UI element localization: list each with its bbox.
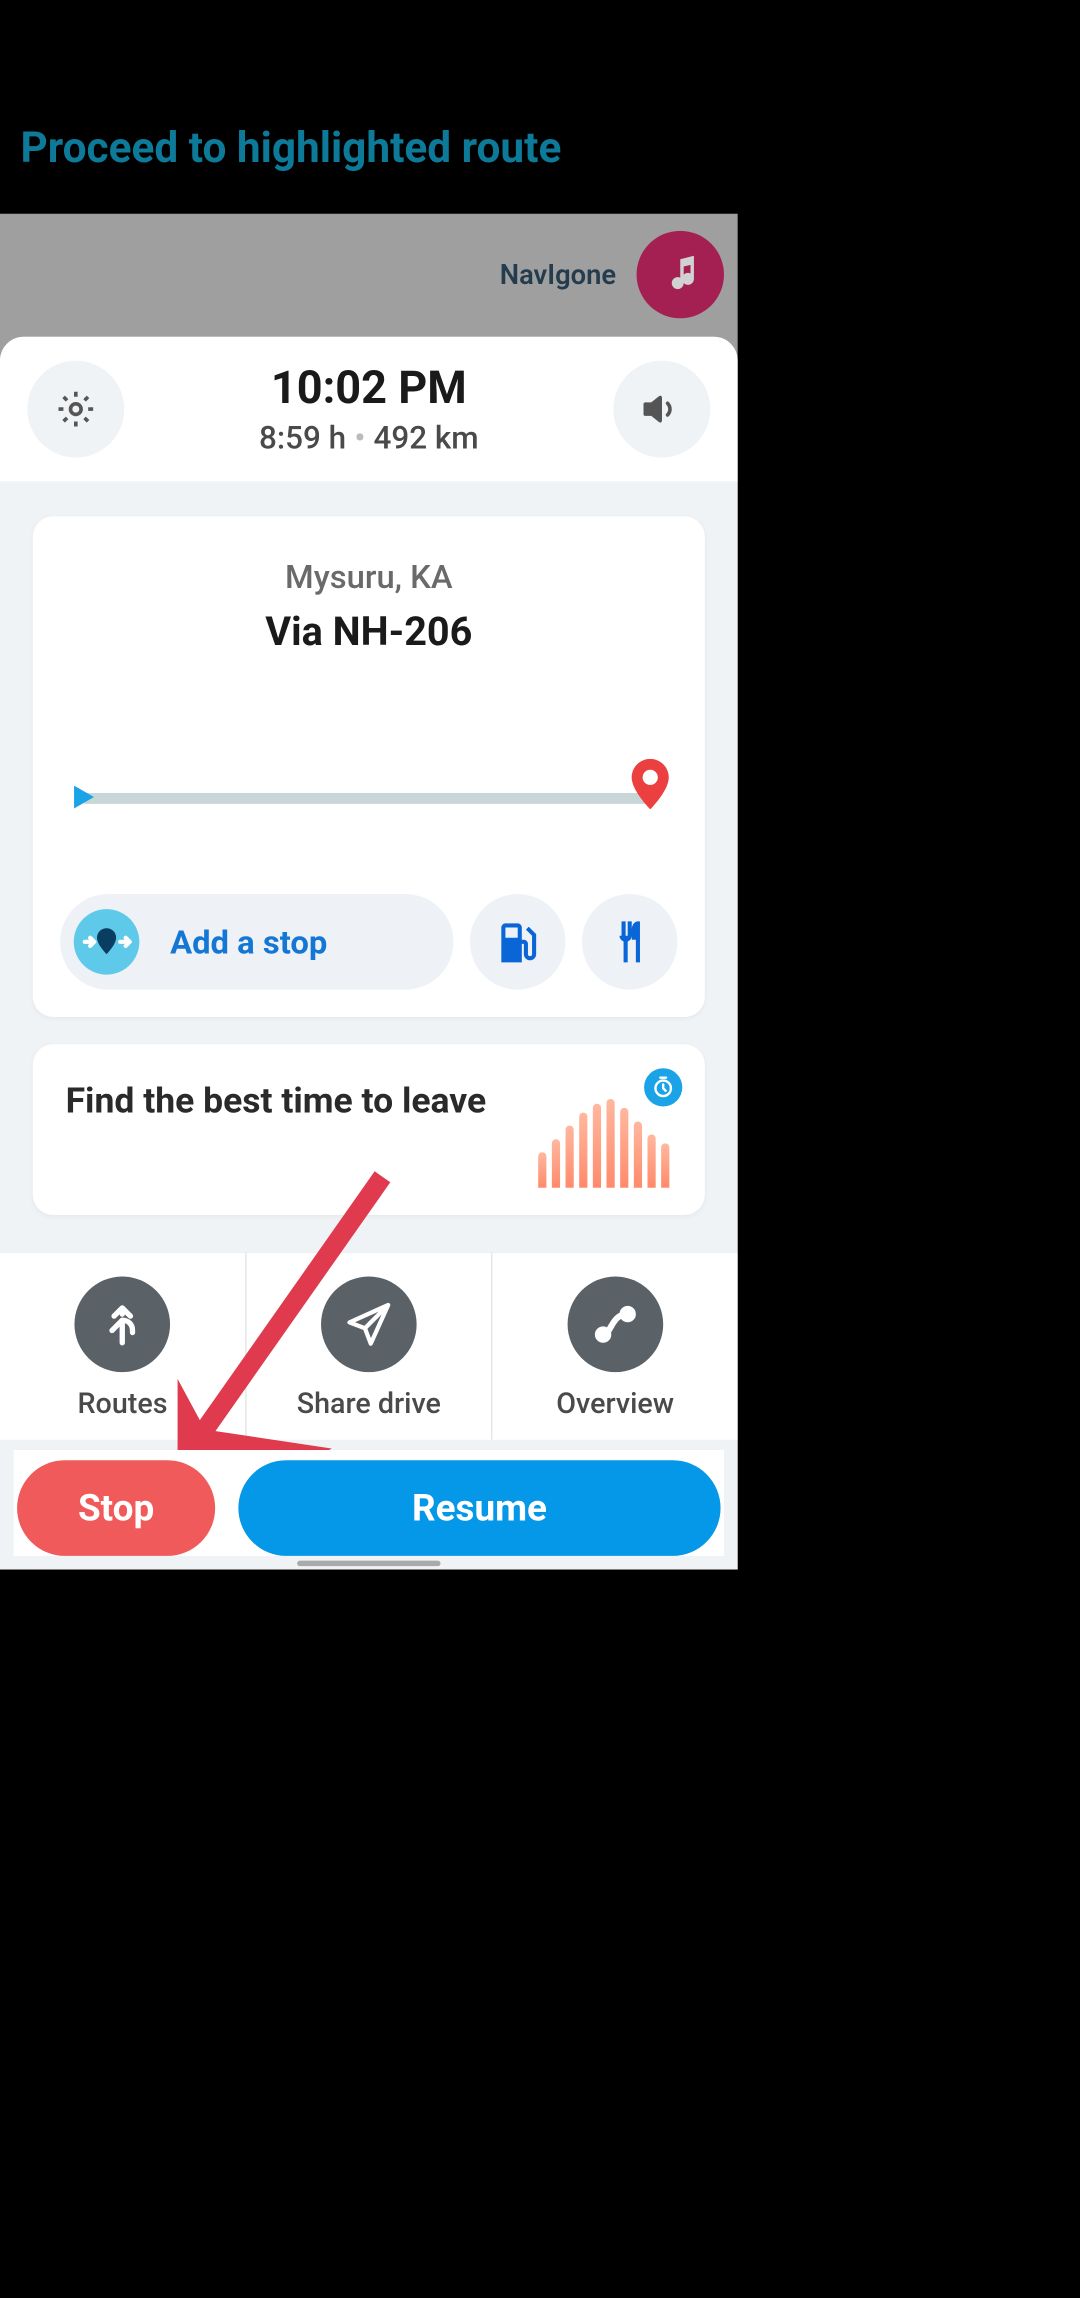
stop-button[interactable]: Stop <box>17 1460 215 1556</box>
trip-duration: 8:59 h <box>259 420 346 457</box>
destination-label: Mysuru, KA <box>60 557 677 596</box>
app-name-label: NavIgone <box>500 259 616 291</box>
add-stop-button[interactable]: Add a stop <box>60 894 453 990</box>
instruction-bar: Proceed to highlighted route <box>0 0 738 207</box>
resume-button[interactable]: Resume <box>238 1460 720 1556</box>
music-button[interactable] <box>637 231 724 318</box>
action-row: Routes Share drive Overv <box>0 1252 738 1440</box>
routes-button[interactable]: Routes <box>0 1253 246 1440</box>
speaker-icon <box>642 389 682 429</box>
sound-button[interactable] <box>613 361 710 458</box>
add-stop-label: Add a stop <box>170 922 327 961</box>
music-icon <box>660 254 701 295</box>
best-time-title: Find the best time to leave <box>66 1078 522 1122</box>
share-label: Share drive <box>297 1387 441 1420</box>
fuel-icon <box>493 917 542 966</box>
settings-button[interactable] <box>27 361 124 458</box>
eta-header: 10:02 PM 8:59 h•492 km <box>0 337 738 482</box>
gear-icon <box>56 389 96 429</box>
food-button[interactable] <box>582 894 678 990</box>
trip-distance: 492 km <box>374 420 479 457</box>
map-area[interactable]: NavIgone 10:02 PM 8:59 h•492 km <box>0 214 738 1570</box>
routes-icon <box>75 1277 171 1373</box>
arrival-time: 10:02 PM <box>259 362 479 415</box>
route-via-label: Via NH-206 <box>60 609 677 655</box>
overview-label: Overview <box>556 1387 674 1420</box>
route-progress-track <box>67 778 671 819</box>
gas-station-button[interactable] <box>470 894 566 990</box>
eta-info[interactable]: 10:02 PM 8:59 h•492 km <box>259 362 479 457</box>
bottom-sheet: 10:02 PM 8:59 h•492 km Mysuru, KA Via NH… <box>0 337 738 1570</box>
track-line <box>81 793 651 804</box>
overview-icon <box>567 1277 663 1373</box>
traffic-graph-icon <box>535 1078 672 1187</box>
best-time-card[interactable]: Find the best time to leave <box>33 1044 705 1215</box>
share-icon <box>321 1277 417 1373</box>
routes-label: Routes <box>77 1387 167 1420</box>
clock-badge-icon <box>644 1068 682 1106</box>
overview-button[interactable]: Overview <box>493 1253 738 1440</box>
resume-label: Resume <box>412 1487 547 1530</box>
current-position-icon <box>67 780 101 817</box>
stop-label: Stop <box>78 1487 154 1530</box>
food-icon <box>605 917 654 966</box>
add-stop-icon <box>74 909 140 975</box>
share-drive-button[interactable]: Share drive <box>246 1253 492 1440</box>
route-card[interactable]: Mysuru, KA Via NH-206 <box>33 516 705 1017</box>
home-indicator <box>297 1561 440 1566</box>
eta-subline: 8:59 h•492 km <box>259 420 479 457</box>
instruction-text: Proceed to highlighted route <box>20 123 717 173</box>
destination-pin-icon <box>630 759 671 812</box>
